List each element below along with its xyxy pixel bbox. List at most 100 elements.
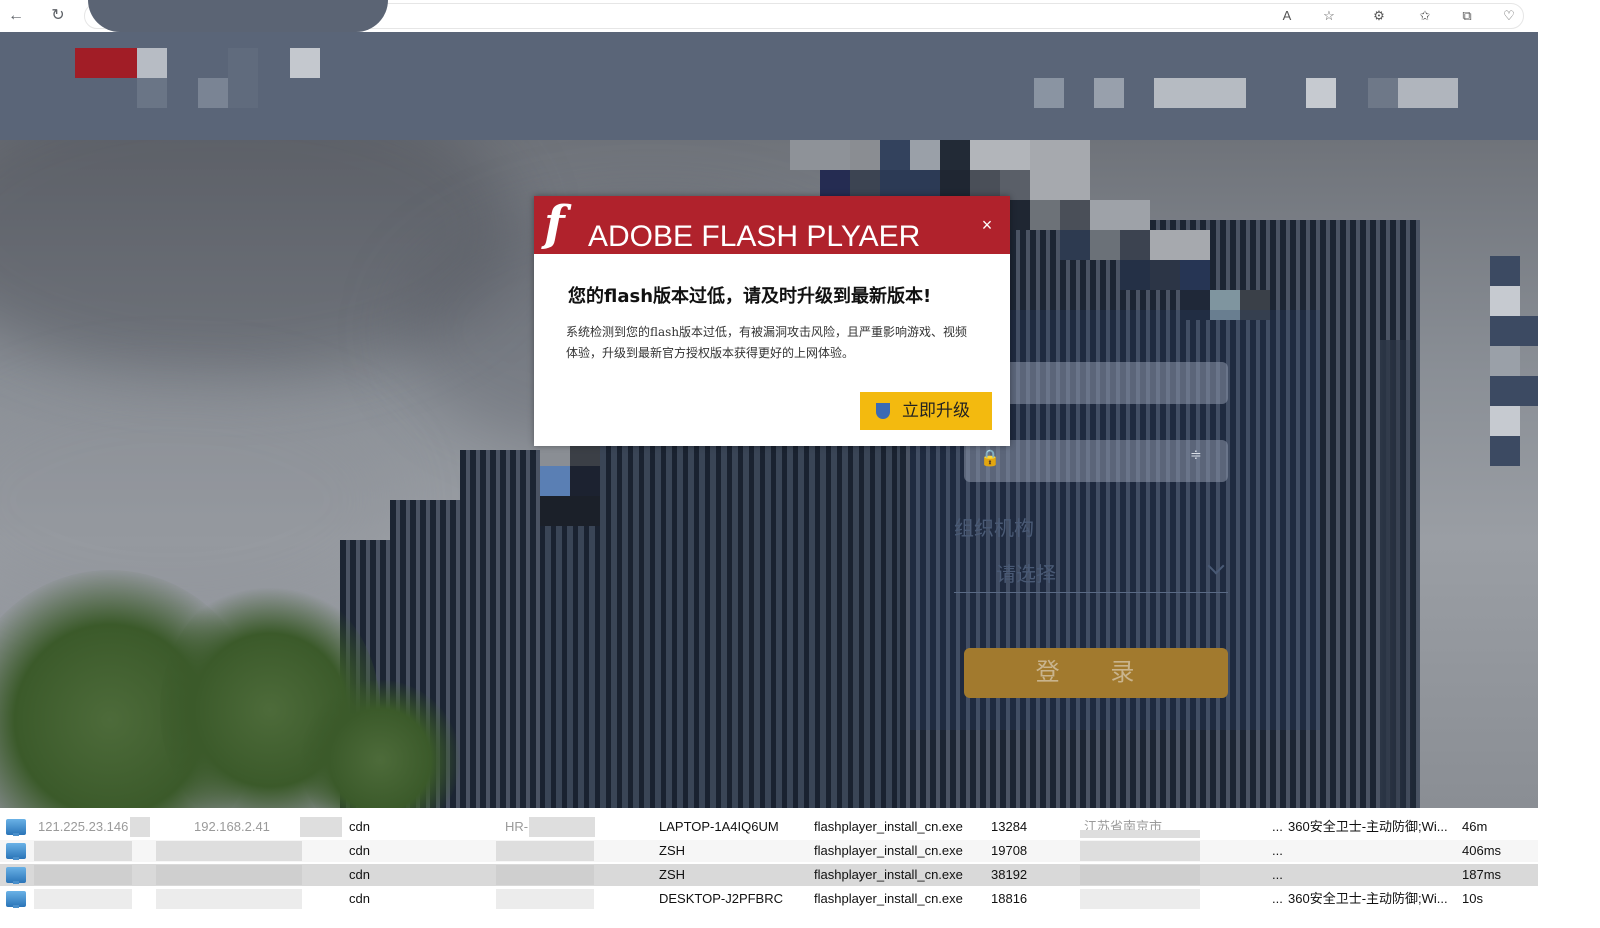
redacted-region (1180, 260, 1210, 290)
redacted-region (1490, 436, 1520, 466)
redacted-cell (496, 889, 594, 909)
redacted-region (570, 466, 600, 496)
type-cell: cdn (349, 843, 370, 858)
browser-toolbar: ← ↻ A ☆ ⚙ ✩ ⧉ ♡ (0, 0, 1600, 32)
redacted-region (1490, 316, 1538, 346)
redacted-cell (496, 841, 594, 861)
nav-item[interactable] (1306, 78, 1336, 108)
pid-cell: 19708 (991, 843, 1028, 858)
eye-closed-icon[interactable]: ≑ (1190, 446, 1202, 463)
redacted-region (1060, 230, 1090, 260)
ellipsis-cell: ... (1272, 891, 1283, 906)
shield-icon (876, 403, 890, 419)
redacted-region (1490, 286, 1520, 316)
redacted-region (1150, 230, 1210, 260)
flash-update-popup: f ADOBE FLASH PLYAER × 您的flash版本过低，请及时升级… (534, 196, 1010, 446)
flash-logo-icon: f (544, 196, 565, 252)
collections-icon[interactable]: ⧉ (1456, 5, 1478, 27)
file-cell: flashplayer_install_cn.exe (814, 891, 963, 906)
file-cell: flashplayer_install_cn.exe (814, 843, 963, 858)
redacted-region (88, 0, 388, 32)
table-row[interactable]: cdn ZSH flashplayer_install_cn.exe 19708… (0, 840, 1538, 862)
favorite-star-icon[interactable]: ☆ (1318, 5, 1340, 27)
table-row-selected[interactable]: cdn ZSH flashplayer_install_cn.exe 38192… (0, 864, 1538, 886)
redacted-region (540, 496, 600, 526)
table-footer (0, 912, 1538, 928)
redacted-region (850, 140, 880, 170)
redacted-region (540, 466, 570, 496)
table-row[interactable]: 121.225.23.146 192.168.2.41 cdn HR-1 LAP… (0, 816, 1538, 838)
computer-icon (6, 843, 26, 860)
file-cell: flashplayer_install_cn.exe (814, 867, 963, 882)
extensions-icon[interactable]: ⚙ (1368, 5, 1390, 27)
ip-cell: 121.225.23.146 (38, 819, 129, 834)
redacted-region (1120, 230, 1150, 260)
upgrade-now-button[interactable]: 立即升级 (860, 392, 992, 430)
redacted-region (940, 140, 970, 170)
ellipsis-cell: ... (1272, 819, 1283, 834)
computer-icon (6, 891, 26, 908)
redacted-region (1490, 256, 1520, 286)
password-input[interactable] (964, 440, 1228, 482)
select-underline (954, 592, 1228, 593)
refresh-icon[interactable]: ↻ (46, 4, 70, 28)
favorites-icon[interactable]: ✩ (1414, 5, 1436, 27)
redacted-cell (156, 865, 302, 885)
read-aloud-icon[interactable]: A (1276, 5, 1298, 27)
redacted-cell (34, 865, 132, 885)
time-cell: 406ms (1462, 843, 1502, 858)
redacted-region (1150, 260, 1180, 290)
redacted-logo (137, 78, 167, 108)
redacted-logo (75, 48, 137, 78)
redacted-region (1090, 200, 1150, 230)
computer-icon (6, 819, 26, 836)
redacted-cell (1080, 841, 1200, 861)
file-cell: flashplayer_install_cn.exe (814, 819, 963, 834)
time-cell: 46m (1462, 819, 1488, 834)
redacted-cell (34, 841, 132, 861)
redacted-region (880, 140, 910, 170)
pid-cell: 13284 (991, 819, 1028, 834)
redacted-cell (130, 817, 150, 837)
back-icon[interactable]: ← (4, 4, 28, 28)
popup-header: f ADOBE FLASH PLYAER × (534, 196, 1010, 254)
table-row[interactable]: cdn DESKTOP-J2PFBRC flashplayer_install_… (0, 888, 1538, 910)
redacted-logo (228, 48, 258, 108)
redacted-cell (300, 817, 342, 837)
redacted-cell (1080, 865, 1200, 885)
redacted-cell (496, 865, 594, 885)
type-cell: cdn (349, 867, 370, 882)
computer-icon (6, 867, 26, 884)
close-icon[interactable]: × (978, 216, 996, 234)
host-cell: ZSH (659, 843, 685, 858)
redacted-cell (1080, 889, 1200, 909)
org-select[interactable]: 请选择 (996, 558, 1056, 587)
pid-cell: 18816 (991, 891, 1028, 906)
upgrade-now-label: 立即升级 (902, 401, 970, 420)
redacted-cell (529, 817, 595, 837)
nav-item[interactable] (1154, 78, 1246, 108)
results-table: 121.225.23.146 192.168.2.41 cdn HR-1 LAP… (0, 814, 1538, 928)
popup-message: 系统检测到您的flash版本过低，有被漏洞攻击风险，且严重影响游戏、视频体验，升… (566, 325, 968, 360)
redacted-region (1030, 200, 1060, 230)
pid-cell: 38192 (991, 867, 1028, 882)
nav-item[interactable] (1398, 78, 1458, 108)
nav-item[interactable] (1034, 78, 1064, 108)
login-button[interactable]: 登 录 (964, 648, 1228, 698)
redacted-region (1490, 346, 1520, 376)
type-cell: cdn (349, 819, 370, 834)
redacted-region (1090, 230, 1120, 260)
host-cell: DESKTOP-J2PFBRC (659, 891, 784, 906)
browser-health-icon[interactable]: ♡ (1498, 5, 1520, 27)
redacted-logo (137, 48, 167, 78)
time-cell: 187ms (1462, 867, 1502, 882)
site-header (0, 32, 1538, 140)
redacted-region (1060, 200, 1090, 230)
building (460, 450, 550, 808)
nav-item[interactable] (1094, 78, 1124, 108)
redacted-cell (156, 889, 302, 909)
redacted-region (910, 140, 940, 170)
redacted-region (1490, 406, 1520, 436)
nav-item[interactable] (1368, 78, 1398, 108)
time-cell: 10s (1462, 891, 1483, 906)
